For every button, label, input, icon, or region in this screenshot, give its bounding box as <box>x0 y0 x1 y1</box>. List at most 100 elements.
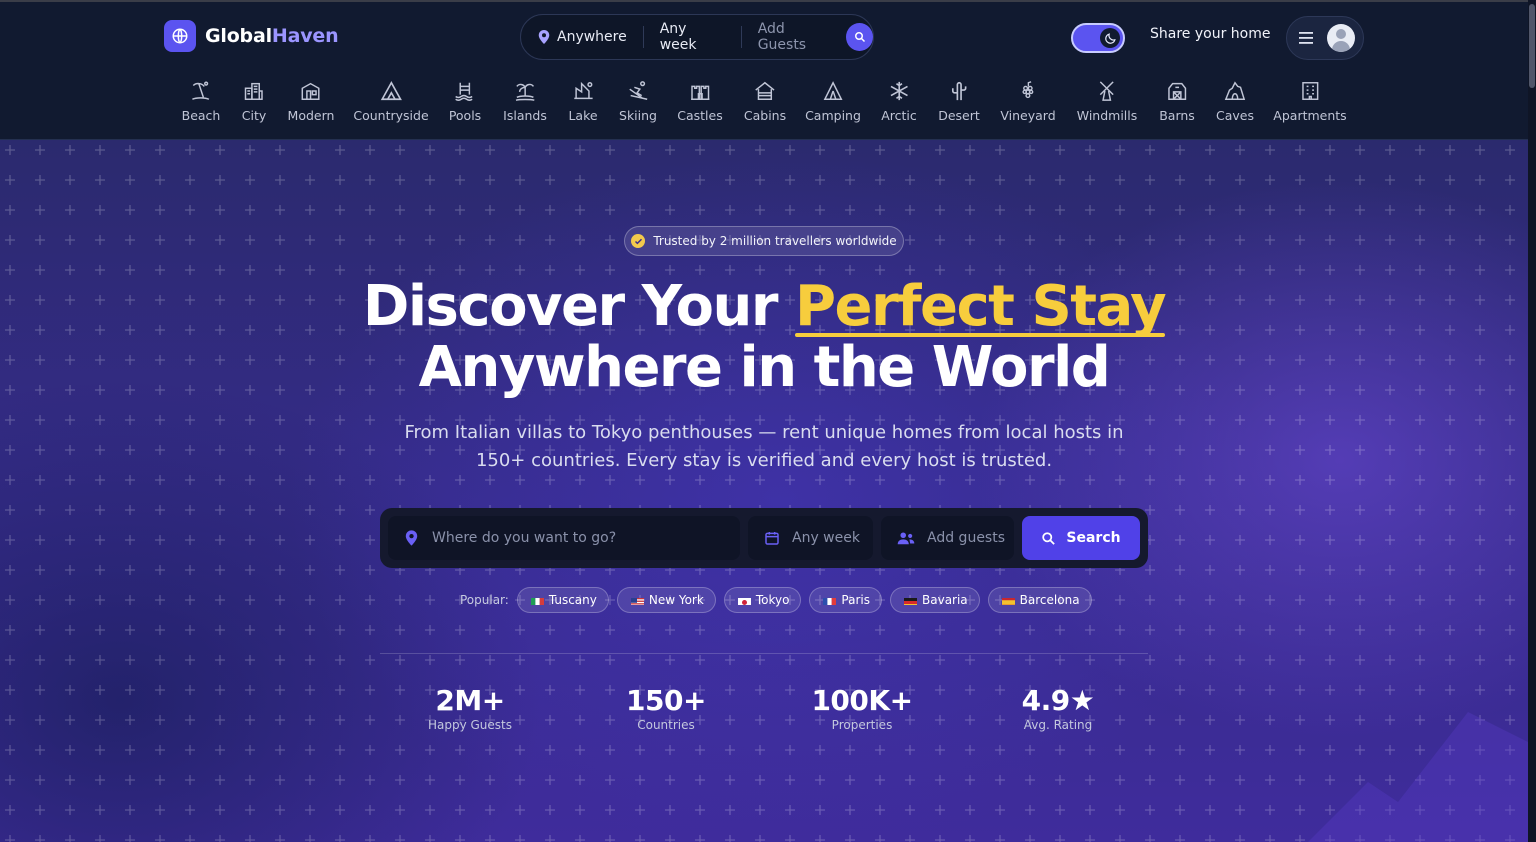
beach-icon <box>192 81 210 100</box>
search-button-label: Search <box>1066 530 1121 546</box>
search-icon <box>854 32 865 43</box>
spain-flag-icon <box>1001 596 1015 605</box>
destination-placeholder: Where do you want to go? <box>432 530 617 546</box>
users-icon <box>897 532 915 545</box>
page: GlobalHaven Anywhere Any week Add Guests… <box>0 0 1528 842</box>
accent-underline <box>795 333 1166 337</box>
category-skiing[interactable]: Skiing <box>619 80 657 123</box>
trust-badge: Trusted by 2 million travellers worldwid… <box>624 226 904 256</box>
category-modern[interactable]: Modern <box>288 80 334 123</box>
category-desert[interactable]: Desert <box>938 80 980 123</box>
hero-title-line2: Anywhere in the World <box>418 335 1111 400</box>
guests-picker[interactable]: Add guests <box>881 516 1014 560</box>
category-city[interactable]: City <box>242 80 266 123</box>
search-button[interactable]: Search <box>1022 516 1140 560</box>
compact-week-label: Any week <box>659 21 697 53</box>
category-barns[interactable]: Barns <box>1159 80 1195 123</box>
lake-icon <box>573 81 593 100</box>
share-your-home-link[interactable]: Share your home <box>1150 26 1270 42</box>
modern-home-icon <box>302 82 320 100</box>
stat-label: Countries <box>637 718 695 732</box>
compact-search-button[interactable] <box>846 23 873 51</box>
stat-value: 100K+ <box>811 684 913 717</box>
scrollbar-thumb[interactable] <box>1529 4 1535 88</box>
category-bar: Beach City Modern Countryside Pools Isla… <box>0 80 1528 130</box>
grapes-icon <box>1022 81 1033 99</box>
divider <box>380 653 1148 654</box>
guests-placeholder: Add guests <box>927 530 1006 546</box>
category-islands[interactable]: Islands <box>503 80 547 123</box>
category-vineyard[interactable]: Vineyard <box>1000 80 1056 123</box>
hamburger-menu-icon <box>1299 32 1313 44</box>
category-arctic[interactable]: Arctic <box>881 80 917 123</box>
castle-icon <box>690 85 710 100</box>
verified-check-icon <box>631 234 646 248</box>
hero-title: Discover Your Perfect Stay Anywhere in t… <box>0 276 1528 398</box>
cave-icon <box>1224 81 1246 100</box>
logo[interactable]: GlobalHaven <box>164 20 339 52</box>
main-search-bar: Where do you want to go? Any week Add gu… <box>380 508 1148 568</box>
windmill-icon <box>1100 81 1114 101</box>
category-cabins[interactable]: Cabins <box>744 80 786 123</box>
category-caves[interactable]: Caves <box>1216 80 1254 123</box>
trust-badge-text: Trusted by 2 million travellers worldwid… <box>653 234 897 248</box>
scrollbar[interactable] <box>1528 0 1536 842</box>
compact-location-label: Anywhere <box>557 29 627 45</box>
category-castles[interactable]: Castles <box>677 80 723 123</box>
stat-value: 4.9★ <box>1021 684 1095 717</box>
category-apartments[interactable]: Apartments <box>1273 80 1347 123</box>
hero-subtitle: From Italian villas to Tokyo penthouses … <box>404 422 1124 471</box>
compact-search-bar[interactable]: Anywhere Any week Add Guests <box>520 14 874 60</box>
camping-icon <box>823 81 843 100</box>
popular-chip-barcelona[interactable]: Barcelona <box>987 587 1092 613</box>
popular-destinations: Popular: Tuscany New York Tokyo Paris Ba… <box>460 587 1092 613</box>
avatar <box>1327 24 1355 52</box>
search-icon <box>1042 531 1056 545</box>
pool-icon <box>455 82 473 102</box>
category-beach[interactable]: Beach <box>182 80 220 123</box>
compact-guests-label: Add Guests <box>757 21 807 53</box>
hero-title-accent: Perfect Stay <box>795 274 1167 339</box>
brand-name: GlobalHaven <box>205 25 339 47</box>
stat-avg-rating: 4.9★ Avg. Rating <box>968 684 1148 732</box>
category-pools[interactable]: Pools <box>449 80 481 123</box>
theme-toggle[interactable] <box>1071 23 1125 53</box>
countryside-icon <box>380 81 402 101</box>
popular-label: Popular: <box>460 593 509 607</box>
popular-chip-bavaria[interactable]: Bavaria <box>890 587 980 613</box>
stat-label: Happy Guests <box>427 718 513 732</box>
compact-guests[interactable]: Add Guests <box>742 21 845 53</box>
window-top-border <box>0 0 1536 2</box>
mountain-silhouette <box>1308 712 1528 842</box>
user-menu-button[interactable] <box>1286 16 1364 60</box>
category-camping[interactable]: Camping <box>805 80 861 123</box>
hero-title-part1: Discover Your <box>362 274 795 339</box>
popular-chip-paris[interactable]: Paris <box>809 587 882 613</box>
date-picker[interactable]: Any week <box>748 516 873 560</box>
popular-chip-new-york[interactable]: New York <box>616 587 716 613</box>
hero-section: Trusted by 2 million travellers worldwid… <box>0 140 1528 842</box>
usa-flag-icon <box>630 596 644 605</box>
popular-chip-tuscany[interactable]: Tuscany <box>516 587 609 613</box>
destination-input[interactable]: Where do you want to go? <box>388 516 740 560</box>
compact-location[interactable]: Anywhere <box>521 26 643 48</box>
category-windmills[interactable]: Windmills <box>1077 80 1137 123</box>
skiing-icon <box>629 81 648 100</box>
japan-flag-icon <box>737 596 751 605</box>
stat-label: Properties <box>831 718 893 732</box>
stat-happy-guests: 2M+ Happy Guests <box>380 684 560 732</box>
italy-flag-icon <box>530 596 544 605</box>
city-icon <box>245 82 263 100</box>
category-countryside[interactable]: Countryside <box>353 80 429 123</box>
stat-properties: 100K+ Properties <box>772 684 952 732</box>
compact-week[interactable]: Any week <box>644 21 741 53</box>
apartment-icon <box>1301 82 1319 100</box>
location-pin-icon <box>538 30 550 44</box>
category-lake[interactable]: Lake <box>568 80 598 123</box>
stat-countries: 150+ Countries <box>576 684 756 732</box>
calendar-icon <box>765 532 779 545</box>
stat-label: Avg. Rating <box>1023 718 1093 732</box>
cactus-icon <box>951 81 967 101</box>
location-pin-icon <box>405 530 418 546</box>
popular-chip-tokyo[interactable]: Tokyo <box>723 587 802 613</box>
